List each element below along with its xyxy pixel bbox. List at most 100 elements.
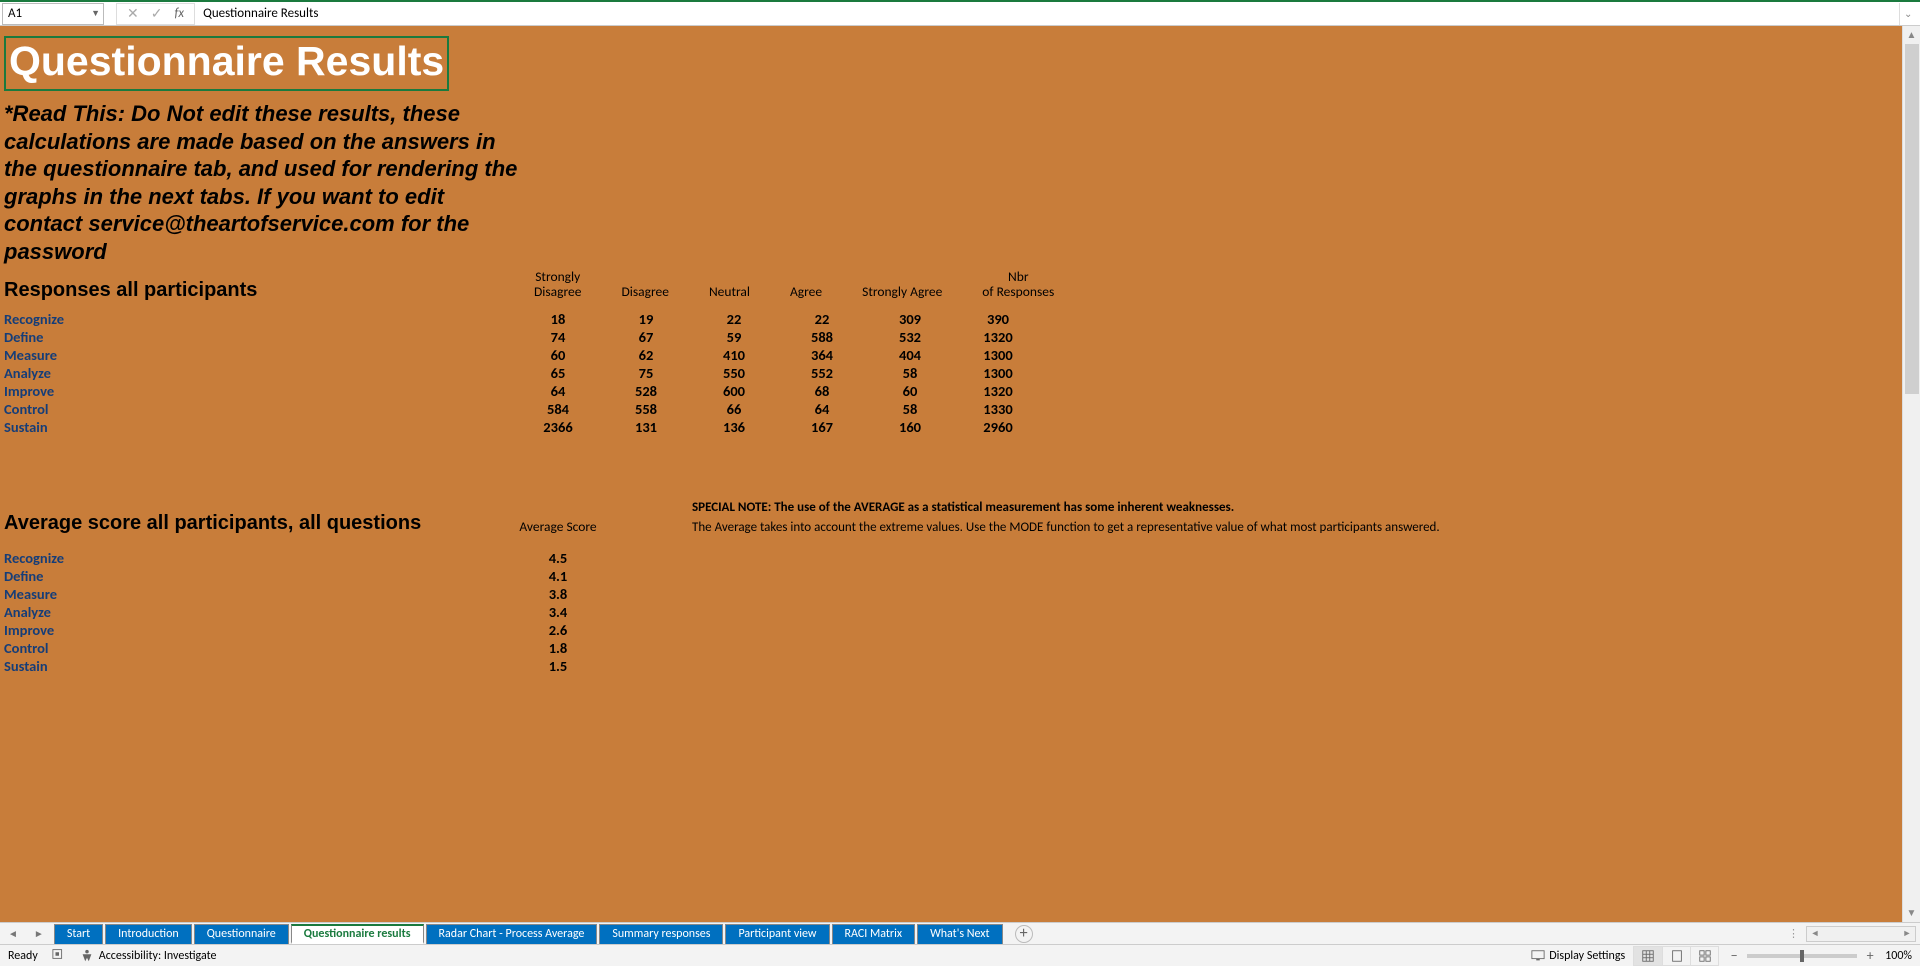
scroll-up-icon[interactable]: ▲ [1903,26,1920,44]
table-row: Measure60624103644041300 [4,346,1042,364]
special-note-block: SPECIAL NOTE: The use of the AVERAGE as … [692,498,1440,537]
cell: 1330 [954,400,1042,418]
cell: 2366 [514,418,602,436]
cell: 2.6 [514,621,602,639]
cell: 4.5 [514,549,602,567]
zoom-out-button[interactable]: − [1727,947,1741,964]
tab-split-handle[interactable]: ⋮ [1784,927,1802,940]
add-sheet-button[interactable]: + [1015,925,1033,943]
sheet-tab-introduction[interactable]: Introduction [105,924,192,944]
sheet-tab-summary-responses[interactable]: Summary responses [599,924,723,944]
row-label: Analyze [4,603,514,621]
zoom-in-button[interactable]: + [1863,947,1877,964]
table-row: Control5845586664581330 [4,400,1042,418]
cell: 62 [602,346,690,364]
row-label: Measure [4,585,514,603]
table-row: Sustain1.5 [4,657,602,675]
formula-input[interactable]: Questionnaire Results [195,3,1900,25]
vertical-scrollbar[interactable]: ▲ ▼ [1902,26,1920,922]
cell: 59 [690,328,778,346]
cell: 390 [954,310,1042,328]
formula-value: Questionnaire Results [203,6,318,21]
cell: 167 [778,418,866,436]
average-table: Recognize4.5Define4.1Measure3.8Analyze3.… [4,549,602,675]
sheet-tab-questionnaire[interactable]: Questionnaire [194,924,289,944]
table-row: Control1.8 [4,639,602,657]
display-settings-button[interactable]: Display Settings [1531,949,1625,963]
cell: 18 [514,310,602,328]
sheet-tabs: StartIntroductionQuestionnaireQuestionna… [52,924,1003,944]
sheet-tab-what-s-next[interactable]: What's Next [917,924,1002,944]
name-box[interactable]: A1 ▼ [2,3,104,25]
cell: 4.1 [514,567,602,585]
row-label: Control [4,400,514,418]
normal-view-button[interactable] [1634,947,1662,965]
selected-cell-a1[interactable]: Questionnaire Results [4,36,449,91]
page-layout-view-button[interactable] [1662,947,1690,965]
sheet-tab-start[interactable]: Start [54,924,103,944]
cell: 588 [778,328,866,346]
table-row: Define4.1 [4,567,602,585]
zoom-slider[interactable] [1747,954,1857,958]
cell: 3.4 [514,603,602,621]
cell: 550 [690,364,778,382]
col-nbr-responses: Nbrof Responses [962,269,1074,302]
sheet-tab-raci-matrix[interactable]: RACI Matrix [832,924,916,944]
row-label: Define [4,328,514,346]
zoom-slider-thumb[interactable] [1800,950,1804,962]
section2-header: Average score all participants, all ques… [4,512,514,535]
row-label: Sustain [4,657,514,675]
col-neutral: Neutral [689,269,770,302]
hscroll-left-icon[interactable]: ◄ [1807,928,1823,939]
cell: 600 [690,382,778,400]
row-label: Measure [4,346,514,364]
page-break-view-button[interactable] [1690,947,1718,965]
tab-nav-next[interactable]: ► [26,927,52,940]
table-row: Analyze6575550552581300 [4,364,1042,382]
accept-formula-icon: ✓ [151,5,163,22]
vscroll-track[interactable] [1903,394,1920,904]
cell: 131 [602,418,690,436]
row-label: Recognize [4,310,514,328]
cell: 1300 [954,346,1042,364]
horizontal-scrollbar[interactable]: ◄ ► [1806,926,1916,942]
scroll-down-icon[interactable]: ▼ [1903,904,1920,922]
vscroll-thumb[interactable] [1905,44,1919,394]
read-this-note: *Read This: Do Not edit these results, t… [4,100,524,265]
sheet-tab-questionnaire-results[interactable]: Questionnaire results [291,924,424,944]
page-title: Questionnaire Results [6,38,447,89]
avg-score-header: Average Score [514,518,602,535]
cell: 64 [514,382,602,400]
table-row: Recognize18192222309390 [4,310,1042,328]
cell: 1320 [954,382,1042,400]
sheet-tab-participant-view[interactable]: Participant view [725,924,829,944]
accessibility-status[interactable]: Accessibility: Investigate [80,949,217,963]
row-label: Analyze [4,364,514,382]
table-row: Recognize4.5 [4,549,602,567]
name-box-value: A1 [8,6,22,21]
cell: 532 [866,328,954,346]
sheet-tab-radar-chart-process-average[interactable]: Radar Chart - Process Average [426,924,598,944]
row-label: Control [4,639,514,657]
col-strongly-agree: Strongly Agree [842,269,962,302]
tab-nav-prev[interactable]: ◄ [0,927,26,940]
col-disagree: Disagree [601,269,688,302]
col-agree: Agree [770,269,842,302]
macro-record-icon[interactable] [52,947,66,965]
table-row: Measure3.8 [4,585,602,603]
cell: 58 [866,400,954,418]
table-row: Define7467595885321320 [4,328,1042,346]
worksheet[interactable]: Questionnaire Results *Read This: Do Not… [0,26,1902,922]
formula-expand-icon[interactable]: ⌄ [1904,7,1920,20]
cell: 404 [866,346,954,364]
name-box-dropdown-icon[interactable]: ▼ [91,8,100,19]
formula-controls: ✕ ✓ fx [116,3,195,25]
section1-header: Responses all participants [4,279,514,302]
responses-table-header: StronglyDisagree Disagree Neutral Agree … [514,269,1074,302]
zoom-level[interactable]: 100% [1885,949,1912,963]
cell: 19 [602,310,690,328]
cell: 1320 [954,328,1042,346]
fx-icon[interactable]: fx [174,6,184,21]
hscroll-right-icon[interactable]: ► [1899,928,1915,939]
cell: 136 [690,418,778,436]
